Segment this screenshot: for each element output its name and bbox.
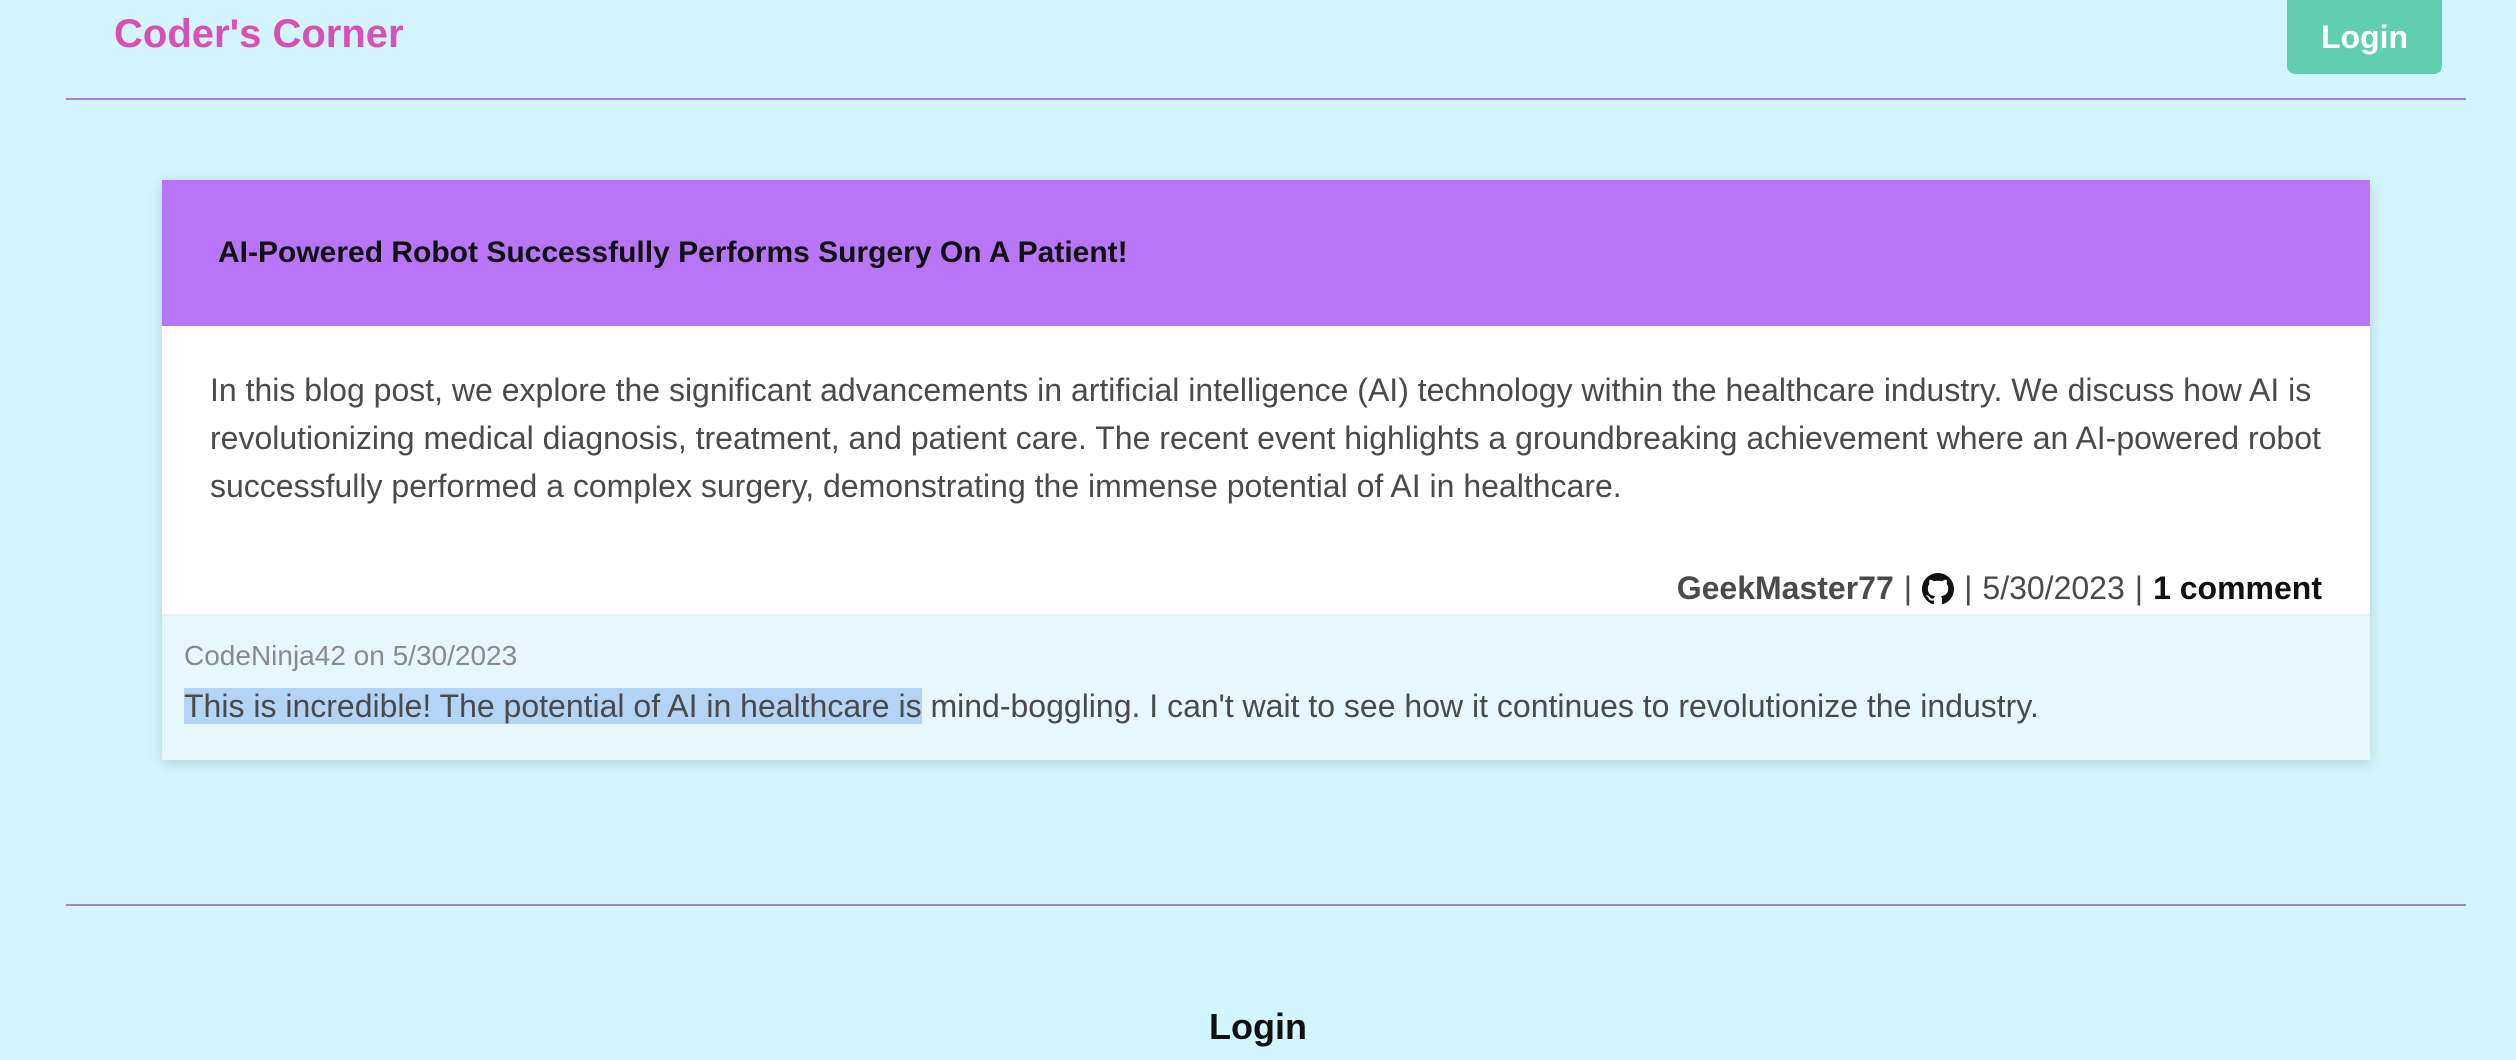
comment-text: This is incredible! The potential of AI …: [184, 688, 2348, 725]
post-meta: GeekMaster77 | | 5/30/2023 | 1 comment: [1677, 570, 2322, 607]
header-divider: [66, 98, 2466, 100]
post-header: AI-Powered Robot Successfully Performs S…: [162, 180, 2370, 326]
post-title[interactable]: AI-Powered Robot Successfully Performs S…: [218, 236, 1128, 270]
github-icon[interactable]: [1922, 572, 1955, 605]
comment: CodeNinja42 on 5/30/2023 This is incredi…: [162, 614, 2370, 760]
login-button[interactable]: Login: [2287, 0, 2442, 74]
post-date: 5/30/2023: [1982, 570, 2125, 606]
brand-link[interactable]: Coder's Corner: [114, 12, 404, 57]
footer-login-link[interactable]: Login: [0, 1006, 2516, 1048]
comment-text-rest: mind-boggling. I can't wait to see how i…: [921, 688, 2039, 724]
page: Coder's Corner Login AI-Powered Robot Su…: [0, 0, 2516, 1060]
meta-separator: |: [1903, 570, 1913, 606]
comment-text-selected: This is incredible! The potential of AI …: [184, 688, 922, 724]
meta-separator: |: [1964, 570, 1973, 606]
post-author: GeekMaster77: [1676, 570, 1894, 606]
footer-divider: [66, 904, 2466, 906]
meta-separator: |: [2134, 570, 2144, 606]
comments-link[interactable]: 1 comment: [2153, 570, 2322, 607]
post-card: AI-Powered Robot Successfully Performs S…: [162, 180, 2370, 760]
post-body: In this blog post, we explore the signif…: [210, 372, 2321, 504]
site-header: Coder's Corner Login: [0, 0, 2516, 100]
comment-meta: CodeNinja42 on 5/30/2023: [184, 640, 518, 671]
